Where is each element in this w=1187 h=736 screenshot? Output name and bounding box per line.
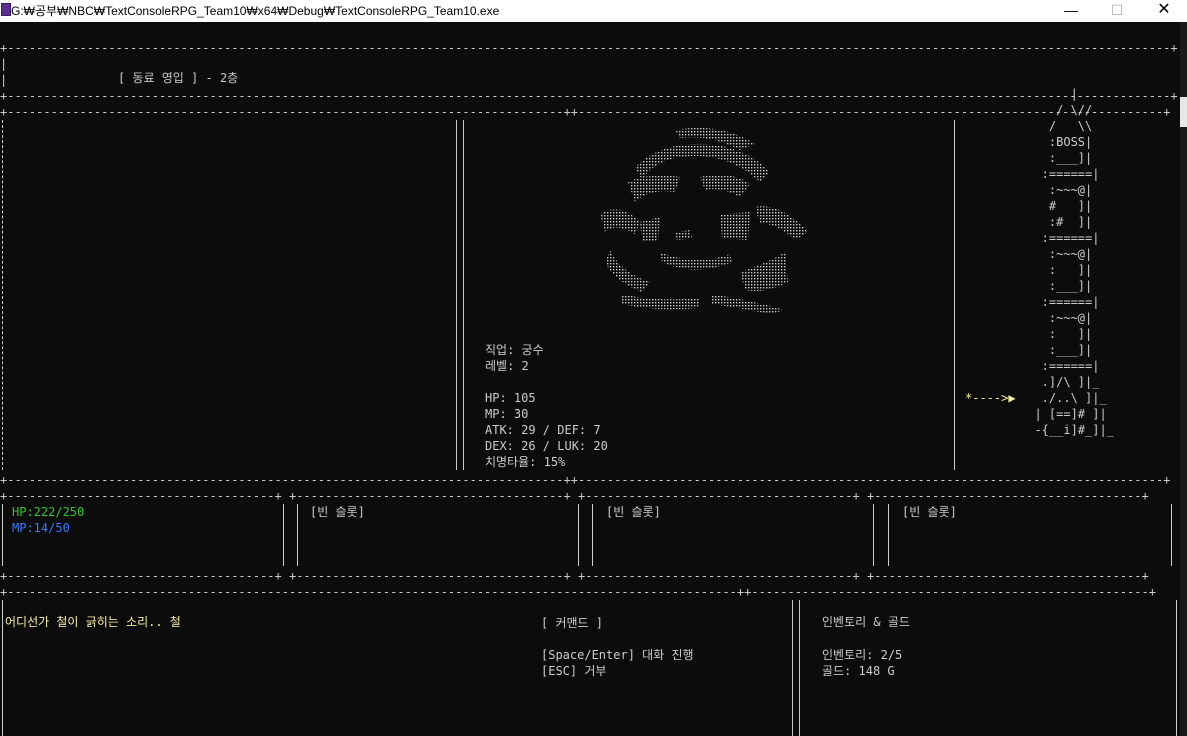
scrollbar-thumb[interactable] <box>1180 97 1187 127</box>
bottom-panel-divider <box>792 600 800 736</box>
minimize-button[interactable]: — <box>1048 0 1094 22</box>
inventory-title: 인벤토리 & 골드 <box>822 615 910 629</box>
floor-marker-pointer-icon: ▶ <box>1008 391 1016 405</box>
main-panel-left-border <box>2 120 4 470</box>
mp-stat: MP: 30 <box>485 407 529 421</box>
console-area: +---------------------------------------… <box>0 22 1185 736</box>
tower-art: | / \// / \\ :BOSS| :___]| :======| :~~~… <box>1034 87 1114 437</box>
command-title: [ 커맨드 ] <box>541 616 604 630</box>
window-titlebar: G:₩공부₩NBC₩TextConsoleRPG_Team10₩x64₩Debu… <box>0 0 1187 22</box>
dialogue-message: 어디선가 철이 긁히는 소리.. 철 <box>5 615 181 629</box>
main-panel-right-border <box>954 120 956 470</box>
crit-rate-stat: 치명타율: 15% <box>485 455 566 469</box>
screen-title: [ 동료 영입 ] - 2층 <box>118 71 239 85</box>
main-border-top: +---------------------------------------… <box>0 105 1171 119</box>
party-border-top: +-------------------------------------+ … <box>0 489 1149 503</box>
inventory-panel-border <box>1176 600 1178 736</box>
floor-marker: *---->▶ <box>965 390 1016 406</box>
header-border-top: +---------------------------------------… <box>0 41 1178 55</box>
main-border-bottom: +---------------------------------------… <box>0 473 1171 487</box>
command-continue[interactable]: [Space/Enter] 대화 진행 <box>541 647 694 663</box>
maximize-button[interactable]: ☐ <box>1094 0 1140 22</box>
floor-marker-arrow: *----> <box>965 391 1009 405</box>
player-hp: HP:222/250 <box>12 505 85 519</box>
bottom-border-top: +---------------------------------------… <box>0 585 1156 599</box>
console-app-icon <box>1 3 11 16</box>
window-title: G:₩공부₩NBC₩TextConsoleRPG_Team10₩x64₩Debu… <box>11 4 500 18</box>
header-border-bottom: +---------------------------------------… <box>0 89 1178 103</box>
character-portrait <box>600 127 808 314</box>
close-button[interactable]: ✕ <box>1141 0 1187 22</box>
player-mp: MP:14/50 <box>12 521 70 535</box>
message-panel-border <box>2 600 4 736</box>
party-border-bottom: +-------------------------------------+ … <box>0 569 1149 583</box>
command-reject[interactable]: [ESC] 거부 <box>541 663 606 679</box>
console-scrollbar[interactable] <box>1180 22 1187 736</box>
party-slot-2: [빈 슬롯] <box>606 505 661 519</box>
party-slot-1: [빈 슬롯] <box>310 505 365 519</box>
dex-luk-stat: DEX: 26 / LUK: 20 <box>485 439 608 453</box>
atk-def-stat: ATK: 29 / DEF: 7 <box>485 423 601 437</box>
hp-stat: HP: 105 <box>485 391 536 405</box>
main-panel-divider <box>456 120 464 470</box>
job-label: 직업: 궁수 <box>485 343 544 357</box>
gold-amount: 골드: 148 G <box>822 664 895 678</box>
level-label: 레벨: 2 <box>485 359 529 373</box>
party-slot-3: [빈 슬롯] <box>902 505 957 519</box>
inventory-count: 인벤토리: 2/5 <box>822 648 903 662</box>
